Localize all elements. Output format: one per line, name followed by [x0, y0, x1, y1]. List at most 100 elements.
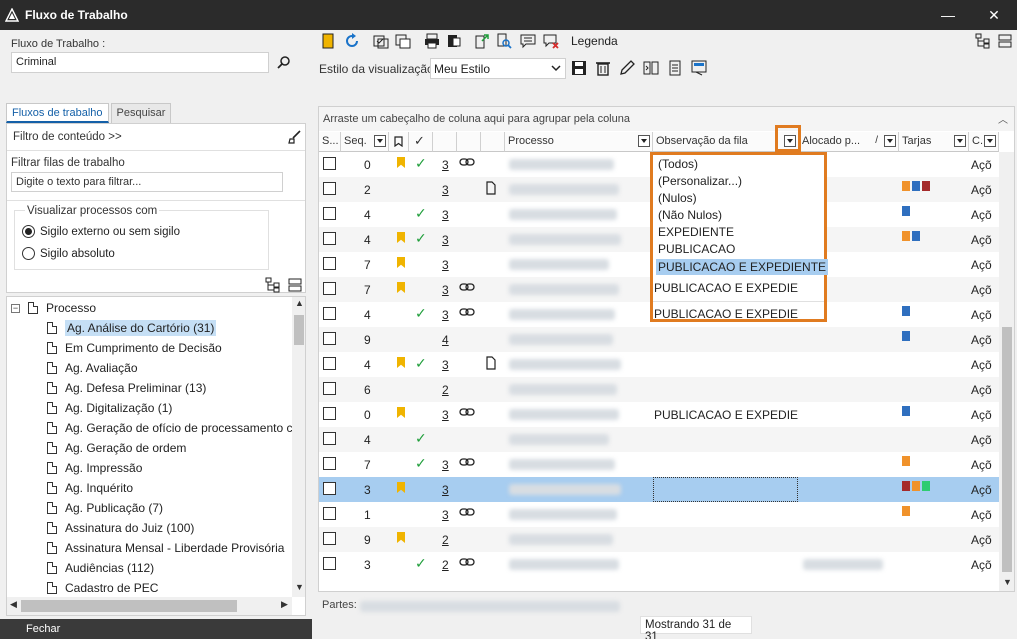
tree-item[interactable]: Audiências (112)	[47, 558, 154, 578]
view-style-select[interactable]: Meu Estilo	[430, 58, 566, 79]
expand-all-icon[interactable]	[975, 33, 991, 49]
col-header-bookmark[interactable]	[389, 132, 409, 152]
bookmark-icon[interactable]	[397, 407, 405, 418]
acoes-cell[interactable]: Açõ	[971, 558, 992, 572]
col-header-seq[interactable]: Seq.	[341, 132, 389, 152]
col-header-link[interactable]	[457, 132, 481, 152]
col-header-alocado[interactable]: Alocado p... /	[799, 132, 899, 152]
acoes-cell[interactable]: Açõ	[971, 408, 992, 422]
legend-button[interactable]: Legenda	[571, 34, 618, 48]
row-checkbox[interactable]	[323, 332, 336, 345]
processo-cell[interactable]	[509, 209, 617, 220]
row-checkbox[interactable]	[323, 157, 336, 170]
filter-option[interactable]: (Personalizar...)	[658, 174, 742, 188]
collapse-tree-icon[interactable]	[288, 277, 302, 293]
acoes-cell[interactable]: Açõ	[971, 433, 992, 447]
link-icon[interactable]	[459, 457, 475, 467]
col-header-check[interactable]: ✓	[409, 132, 433, 152]
processo-cell[interactable]	[509, 309, 615, 320]
row-checkbox[interactable]	[323, 432, 336, 445]
comment-icon[interactable]	[520, 33, 536, 49]
tree-item[interactable]: Assinatura do Juiz (100)	[47, 518, 194, 538]
tree-hscroll-thumb[interactable]	[21, 600, 237, 612]
count-link[interactable]: 3	[442, 233, 449, 247]
table-row[interactable]: 4 ✓ 3 Açõ	[319, 352, 999, 377]
table-row[interactable]: 0 3 PUBLICACAO E EXPEDIEN Açõ	[319, 402, 999, 427]
collapse-toggle-icon[interactable]: −	[11, 303, 20, 313]
row-checkbox[interactable]	[323, 407, 336, 420]
bookmark-icon[interactable]	[397, 257, 405, 268]
tree-item[interactable]: Ag. Publicação (7)	[47, 498, 163, 518]
table-row[interactable]: 9 2 Açõ	[319, 527, 999, 552]
document-edit-icon[interactable]	[485, 356, 497, 370]
count-link[interactable]: 2	[442, 383, 449, 397]
processo-cell[interactable]	[509, 509, 617, 520]
tree-scroll-thumb[interactable]	[294, 315, 304, 345]
layout-icon[interactable]	[691, 60, 707, 76]
table-row[interactable]: 4 ✓ Açõ	[319, 427, 999, 452]
brush-icon[interactable]	[288, 130, 302, 144]
processo-cell[interactable]	[509, 559, 619, 570]
grid-scroll-thumb[interactable]	[1002, 327, 1012, 572]
list-icon[interactable]	[667, 60, 683, 76]
processo-cell[interactable]	[509, 434, 609, 445]
tree-item[interactable]: Ag. Defesa Preliminar (13)	[47, 378, 206, 398]
acoes-cell[interactable]: Açõ	[971, 308, 992, 322]
radio-sigilo-externo[interactable]: Sigilo externo ou sem sigilo	[22, 225, 180, 238]
processo-cell[interactable]	[509, 284, 619, 295]
select-all-icon[interactable]	[373, 33, 389, 49]
tree-item[interactable]: Ag. Digitalização (1)	[47, 398, 172, 418]
link-icon[interactable]	[459, 307, 475, 317]
tree-item[interactable]: Assinatura Mensal - Liberdade Provisória	[47, 538, 284, 558]
row-checkbox[interactable]	[323, 457, 336, 470]
processo-cell[interactable]	[509, 534, 613, 545]
tree-item[interactable]: Ag. Avaliação	[47, 358, 138, 378]
col-header-blank[interactable]	[481, 132, 505, 152]
link-icon[interactable]	[459, 507, 475, 517]
col-header-c[interactable]: C...	[969, 132, 999, 152]
table-row[interactable]: 9 4 Açõ	[319, 327, 999, 352]
processo-cell[interactable]	[509, 234, 621, 245]
filter-dropdown-icon[interactable]	[954, 135, 966, 147]
row-checkbox[interactable]	[323, 207, 336, 220]
filter-option[interactable]: (Não Nulos)	[658, 208, 722, 222]
search-icon[interactable]	[277, 55, 291, 69]
acoes-cell[interactable]: Açõ	[971, 208, 992, 222]
tree-hscrollbar[interactable]: ◀ ▶	[7, 597, 292, 615]
count-link[interactable]: 3	[442, 408, 449, 422]
processo-cell[interactable]	[509, 184, 619, 195]
bookmark-icon[interactable]	[397, 232, 405, 243]
export-icon[interactable]	[474, 33, 490, 49]
close-button[interactable]: ✕	[971, 0, 1017, 30]
filter-dropdown-icon[interactable]	[374, 135, 386, 147]
edit-icon[interactable]	[619, 60, 635, 76]
bookmark-icon[interactable]	[321, 33, 337, 49]
tree-item[interactable]: Ag. Inquérito	[47, 478, 133, 498]
processo-cell[interactable]	[509, 259, 609, 270]
acoes-cell[interactable]: Açõ	[971, 458, 992, 472]
group-by-bar[interactable]: Arraste um cabeçalho de coluna aqui para…	[319, 107, 1014, 131]
count-link[interactable]: 3	[442, 508, 449, 522]
col-header-processo[interactable]: Processo	[505, 132, 653, 152]
tree-item[interactable]: Ag. Geração de ordem	[47, 438, 186, 458]
deselect-icon[interactable]	[395, 33, 411, 49]
row-checkbox[interactable]	[323, 307, 336, 320]
count-link[interactable]: 2	[442, 558, 449, 572]
radio-sigilo-absoluto[interactable]: Sigilo absoluto	[22, 247, 115, 260]
col-header-number[interactable]	[433, 132, 457, 152]
table-row[interactable]: 1 3 Açõ	[319, 502, 999, 527]
acoes-cell[interactable]: Açõ	[971, 158, 992, 172]
acoes-cell[interactable]: Açõ	[971, 183, 992, 197]
grid-vscrollbar[interactable]: ▼	[999, 152, 1014, 591]
link-icon[interactable]	[459, 157, 475, 167]
tree-root[interactable]: − Processo	[11, 298, 96, 318]
count-link[interactable]: 3	[442, 283, 449, 297]
processo-cell[interactable]	[509, 359, 621, 370]
bookmark-icon[interactable]	[397, 157, 405, 168]
filter-dropdown-icon[interactable]	[984, 135, 996, 147]
tab-fluxos[interactable]: Fluxos de trabalho	[6, 103, 109, 123]
refresh-icon[interactable]	[344, 33, 360, 49]
observacao-filter-button-highlight[interactable]	[775, 125, 801, 152]
link-icon[interactable]	[459, 282, 475, 292]
expand-tree-icon[interactable]	[265, 277, 281, 293]
